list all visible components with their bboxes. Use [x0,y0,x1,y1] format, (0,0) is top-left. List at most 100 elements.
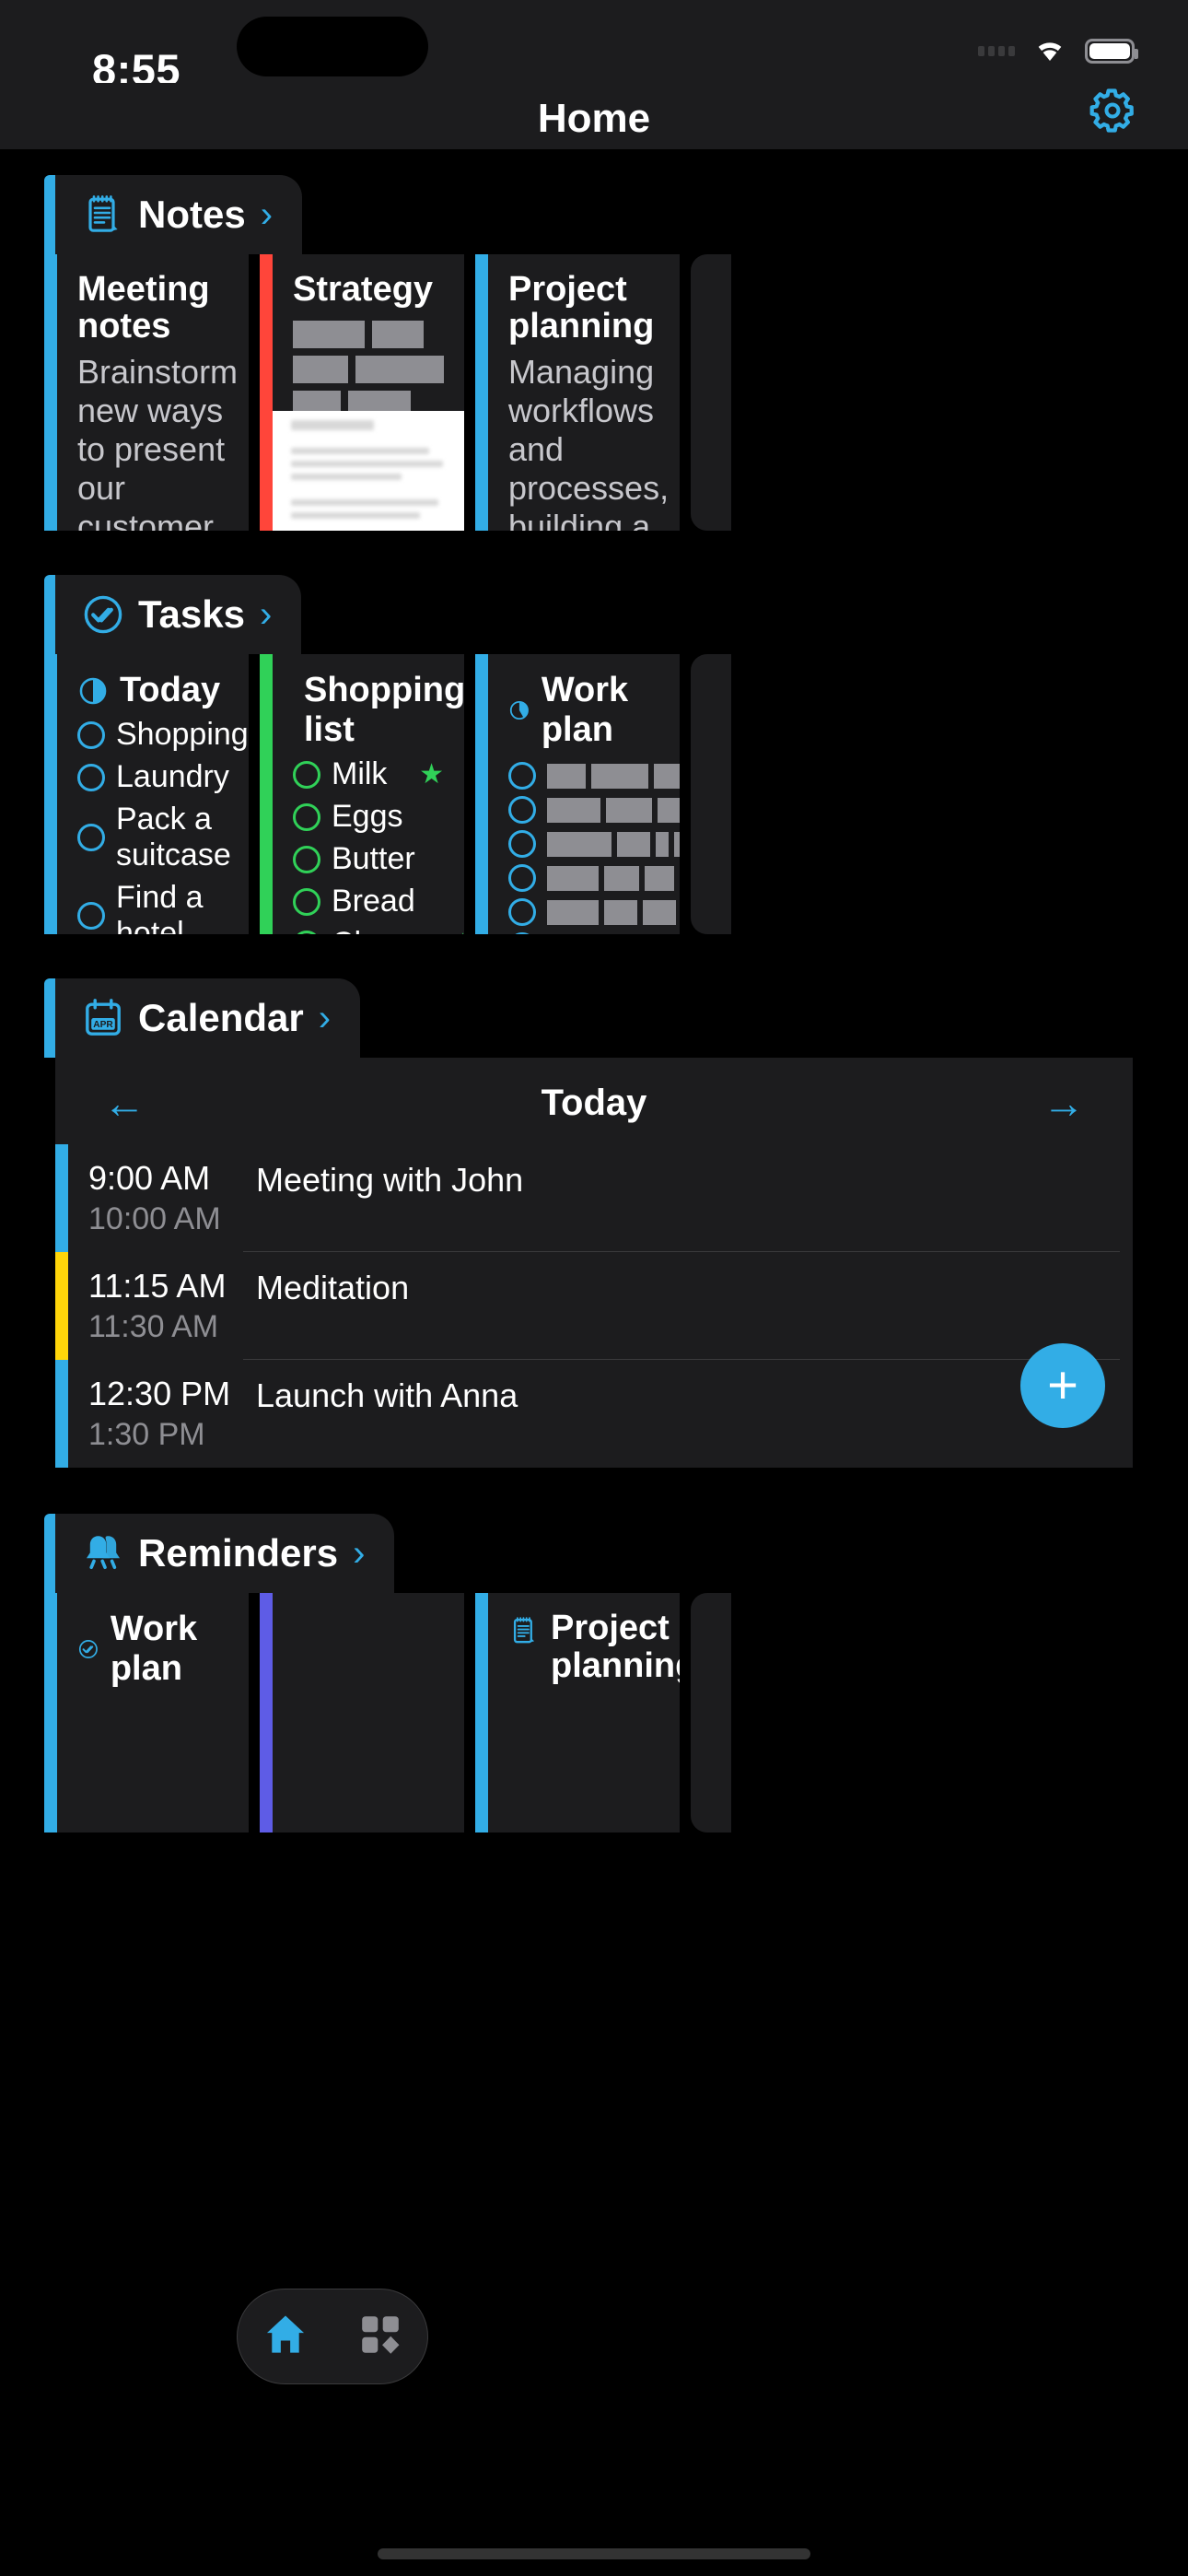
reminder-card-title: Work plan [110,1610,198,1688]
prev-day-button[interactable]: ← [103,1082,146,1124]
reminder-card-title: Project planning [551,1609,680,1686]
section-label: Notes [138,193,246,236]
task-item[interactable]: Laundry [77,759,229,795]
checkbox-circle-icon[interactable] [77,902,105,930]
tasks-check-icon [78,1640,98,1658]
task-item[interactable]: Find a hotel [77,880,228,934]
task-item[interactable]: Butter [293,841,444,877]
tasks-check-icon [84,595,122,634]
task-card-peek[interactable] [691,654,731,934]
reminder-card[interactable]: Work plan [44,1593,249,1832]
task-item-label: Cheese [332,926,439,934]
wifi-icon [1038,42,1062,61]
event-title: Launch with Anna [256,1376,518,1414]
task-card-title: Work plan [541,671,629,749]
notes-icon [513,1617,535,1644]
checkbox-circle-icon[interactable] [77,720,105,749]
next-day-button[interactable]: → [1042,1082,1085,1124]
event-title: Meeting with John [256,1161,524,1199]
note-card-peek[interactable] [691,254,731,531]
note-title: Strategy [293,270,434,309]
checkbox-circle-icon[interactable] [508,932,536,934]
task-card[interactable]: Work plan [475,654,680,934]
event-start-time: 9:00 AM [88,1159,211,1197]
note-card[interactable]: Strategy 1 hour ago [260,254,464,531]
task-item[interactable]: Milk ★ [293,756,444,792]
task-item-label: Laundry [116,759,229,794]
event-time: 11:15 AM 11:30 AM [68,1267,243,1345]
gear-icon[interactable] [1085,83,1140,138]
card-accent-bar [44,654,57,934]
reminder-card-peek[interactable] [691,1593,731,1832]
notes-card-row[interactable]: Meeting notes Brainstorm new ways to pre… [0,254,1188,531]
checkbox-circle-icon[interactable] [508,762,536,790]
redacted-content [508,755,680,934]
grid-icon [362,2315,400,2354]
card-accent-bar [260,654,273,934]
chevron-right-icon: › [260,193,274,235]
calendar-panel[interactable]: ← Today → 9:00 AM 10:00 AM Meeting with … [55,1058,1133,1468]
note-body: Managing workflows and processes, buildi… [508,352,670,531]
calendar-event-row[interactable]: 12:30 PM 1:30 PM Launch with Anna + [55,1343,1133,1468]
note-preview-thumbnail [273,411,464,531]
section-reminders: Reminders › Work plan Project plannin [0,1514,1188,1832]
reminder-card-header: Work plan [77,1610,228,1689]
add-event-button[interactable]: + [1020,1343,1105,1428]
bottom-tab-bar[interactable] [237,2289,428,2384]
section-header-notes[interactable]: Notes › [43,175,303,254]
scroll-content[interactable]: Notes › Meeting notes Brainstorm new way… [0,149,1188,2576]
reminder-card[interactable]: Project planning [475,1593,680,1832]
section-header-tasks[interactable]: Tasks › [43,575,302,654]
checkbox-circle-icon[interactable] [293,845,320,873]
task-item[interactable]: Pack a suitcase [77,802,231,873]
checkbox-circle-icon[interactable] [508,796,536,824]
section-header-calendar[interactable]: APR Calendar › [43,978,361,1058]
calendar-event-row[interactable]: 9:00 AM 10:00 AM Meeting with John [55,1144,1133,1252]
task-card-header: Today [77,671,228,710]
note-title: Meeting notes [77,270,210,346]
task-card[interactable]: Today Shopping ★ Laundry Pack a suitcase [44,654,249,934]
event-accent-bar [55,1144,68,1252]
task-card-title: Today [120,671,221,709]
card-accent-bar [260,254,273,531]
checkbox-circle-icon[interactable] [293,930,320,934]
task-card[interactable]: Shopping list Milk ★ Eggs Butter Bread [260,654,464,934]
reminder-card[interactable] [260,1593,464,1832]
task-item[interactable]: Bread [293,884,444,919]
calendar-event-row[interactable]: 11:15 AM 11:30 AM Meditation [55,1252,1133,1360]
checkbox-circle-icon[interactable] [508,898,536,926]
card-accent-bar [475,654,488,934]
calendar-day-label: Today [541,1082,647,1123]
task-item[interactable]: Shopping ★ [77,717,249,753]
checkbox-circle-icon[interactable] [77,763,105,791]
checkbox-circle-icon[interactable] [293,887,320,916]
task-item[interactable]: Eggs [293,799,444,835]
home-indicator [378,2548,810,2559]
progress-half-icon [79,677,107,704]
checkbox-circle-icon[interactable] [293,802,320,831]
card-accent-bar [44,254,57,531]
checkbox-circle-icon[interactable] [508,830,536,858]
star-icon[interactable]: ★ [450,930,464,934]
checkbox-circle-icon[interactable] [293,760,320,789]
section-label: Reminders [138,1531,339,1575]
dynamic-island [237,17,428,76]
note-card[interactable]: Project planning Managing workflows and … [475,254,680,531]
chevron-right-icon: › [318,997,332,1038]
star-icon[interactable]: ★ [419,760,444,789]
checkbox-circle-icon[interactable] [77,824,105,851]
event-accent-bar [55,1360,68,1468]
reminders-card-row[interactable]: Work plan Project plannin [0,1593,1188,1832]
tab-home[interactable] [260,2309,311,2365]
card-accent-bar [44,1593,57,1832]
checkbox-circle-icon[interactable] [508,864,536,892]
task-item[interactable]: Cheese ★ [293,926,464,934]
tasks-card-row[interactable]: Today Shopping ★ Laundry Pack a suitcase [0,654,1188,934]
task-item-label: Butter [332,841,415,876]
task-item-label: Find a hotel [116,880,204,934]
task-item-label: Shopping [116,717,249,752]
tab-grid[interactable] [355,2310,405,2364]
section-header-reminders[interactable]: Reminders › [43,1514,395,1593]
event-end-time: 10:00 AM [88,1201,221,1236]
note-card[interactable]: Meeting notes Brainstorm new ways to pre… [44,254,249,531]
